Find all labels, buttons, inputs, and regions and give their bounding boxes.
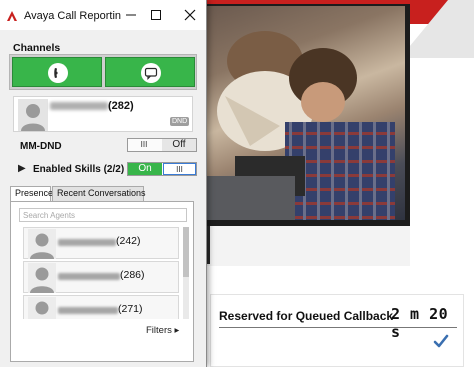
enabled-skills-label: Enabled Skills (2/2) (33, 164, 125, 175)
minimize-icon[interactable] (120, 4, 142, 26)
toggle-state-on: On (128, 163, 162, 175)
callback-label: Reserved for Queued Callback (219, 309, 394, 323)
voice-channel-button[interactable] (12, 57, 102, 87)
app-window: Avaya Call Reportin Channels (282) DND M… (0, 0, 207, 367)
close-icon[interactable] (179, 4, 201, 26)
agent-card: (282) DND (13, 96, 193, 132)
chat-channel-button[interactable] (105, 57, 195, 87)
background-wall (200, 226, 410, 266)
toggle-state-off: Off (162, 139, 196, 151)
avatar (28, 297, 56, 319)
agent-name-redacted (58, 307, 118, 314)
callback-timer: 2 m 20 s (391, 305, 449, 341)
agent-list: (242) (286) (271) (23, 227, 179, 319)
tab-recent-conversations[interactable]: Recent Conversations (52, 186, 146, 201)
status-badge: DND (170, 117, 190, 126)
title-bar: Avaya Call Reportin (0, 0, 206, 30)
scrollbar[interactable] (183, 227, 189, 319)
enabled-skills-row[interactable]: ▶ Enabled Skills (2/2) On III (14, 161, 200, 179)
agent-name-redacted (58, 273, 120, 280)
presence-panel: (242) (286) (271) (10, 201, 194, 362)
toggle-grip: III (163, 163, 196, 175)
window-title: Avaya Call Reportin (24, 10, 122, 22)
agent-extension: (282) (108, 100, 134, 112)
mm-dnd-label: MM-DND (20, 141, 62, 152)
channels-label: Channels (13, 42, 61, 54)
search-input[interactable] (20, 209, 186, 222)
callback-card: Reserved for Queued Callback 2 m 20 s (210, 294, 464, 367)
avatar (28, 229, 56, 259)
agent-extension: (271) (118, 303, 143, 315)
list-item[interactable]: (242) (23, 227, 179, 259)
list-item[interactable]: (271) (23, 295, 179, 319)
agent-extension: (242) (116, 235, 141, 247)
maximize-icon[interactable] (145, 4, 167, 26)
checkmark-icon[interactable] (433, 333, 449, 349)
channels-bar (9, 54, 197, 90)
enabled-skills-toggle[interactable]: On III (127, 162, 197, 176)
list-item[interactable]: (286) (23, 261, 179, 293)
phone-icon (48, 63, 68, 83)
avatar (28, 263, 56, 293)
filters-button[interactable]: Filters ▸ (146, 325, 179, 336)
agent-extension: (286) (120, 269, 145, 281)
agent-name-redacted (50, 102, 108, 110)
scroll-thumb[interactable] (183, 227, 189, 277)
photo-people-illustration (205, 31, 395, 220)
search-box (19, 208, 187, 222)
agent-name-redacted (58, 239, 116, 246)
expand-caret-icon[interactable]: ▶ (18, 163, 26, 174)
tab-presence[interactable]: Presence (10, 186, 53, 202)
avatar (18, 99, 48, 131)
toggle-grip: III (140, 140, 148, 149)
avaya-logo-icon (7, 11, 17, 21)
callback-divider (219, 327, 457, 328)
chat-bubble-icon (141, 63, 161, 83)
mm-dnd-toggle[interactable]: III Off (127, 138, 197, 152)
background-photo (205, 6, 405, 220)
